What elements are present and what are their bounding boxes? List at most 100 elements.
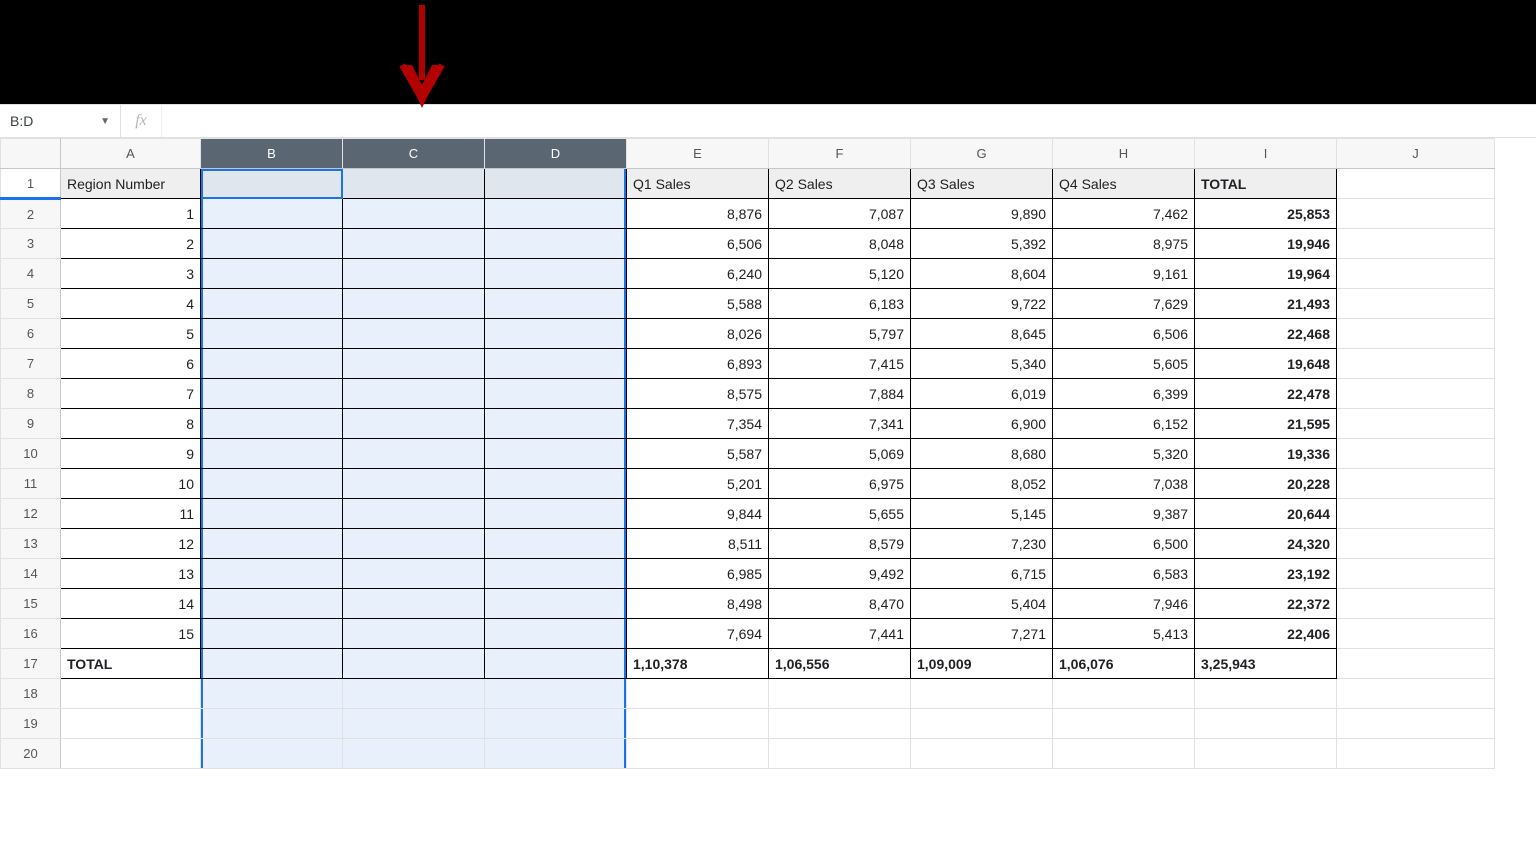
cell-F11[interactable]: 6,975 <box>769 469 911 499</box>
cell-F20[interactable] <box>769 739 911 769</box>
row-header-8[interactable]: 8 <box>1 379 61 409</box>
cell-H8[interactable]: 6,399 <box>1053 379 1195 409</box>
cell-H3[interactable]: 8,975 <box>1053 229 1195 259</box>
cell-H13[interactable]: 6,500 <box>1053 529 1195 559</box>
cell-F10[interactable]: 5,069 <box>769 439 911 469</box>
cell-J11[interactable] <box>1337 469 1495 499</box>
cell-A20[interactable] <box>61 739 201 769</box>
cell-D13[interactable] <box>485 529 627 559</box>
row-header-13[interactable]: 13 <box>1 529 61 559</box>
cell-F18[interactable] <box>769 679 911 709</box>
cell-E16[interactable]: 7,694 <box>627 619 769 649</box>
cell-E12[interactable]: 9,844 <box>627 499 769 529</box>
cell-H2[interactable]: 7,462 <box>1053 199 1195 229</box>
row-header-7[interactable]: 7 <box>1 349 61 379</box>
cell-G18[interactable] <box>911 679 1053 709</box>
cell-H11[interactable]: 7,038 <box>1053 469 1195 499</box>
select-all-corner[interactable] <box>1 139 61 169</box>
cell-I12[interactable]: 20,644 <box>1195 499 1337 529</box>
cell-D19[interactable] <box>485 709 627 739</box>
row-header-18[interactable]: 18 <box>1 679 61 709</box>
column-header-C[interactable]: C <box>343 139 485 169</box>
cell-B3[interactable] <box>201 229 343 259</box>
cell-C15[interactable] <box>343 589 485 619</box>
cell-C9[interactable] <box>343 409 485 439</box>
cell-E18[interactable] <box>627 679 769 709</box>
cell-B18[interactable] <box>201 679 343 709</box>
cell-I18[interactable] <box>1195 679 1337 709</box>
name-box[interactable]: B:D ▼ <box>0 105 121 137</box>
cell-F15[interactable]: 8,470 <box>769 589 911 619</box>
cell-G8[interactable]: 6,019 <box>911 379 1053 409</box>
cell-H15[interactable]: 7,946 <box>1053 589 1195 619</box>
cell-G15[interactable]: 5,404 <box>911 589 1053 619</box>
cell-D6[interactable] <box>485 319 627 349</box>
row-header-4[interactable]: 4 <box>1 259 61 289</box>
cell-E15[interactable]: 8,498 <box>627 589 769 619</box>
cell-J5[interactable] <box>1337 289 1495 319</box>
cell-G19[interactable] <box>911 709 1053 739</box>
cell-J20[interactable] <box>1337 739 1495 769</box>
cell-C6[interactable] <box>343 319 485 349</box>
cell-J7[interactable] <box>1337 349 1495 379</box>
cell-J6[interactable] <box>1337 319 1495 349</box>
cell-I13[interactable]: 24,320 <box>1195 529 1337 559</box>
cell-C16[interactable] <box>343 619 485 649</box>
cell-E2[interactable]: 8,876 <box>627 199 769 229</box>
cell-J9[interactable] <box>1337 409 1495 439</box>
row-header-10[interactable]: 10 <box>1 439 61 469</box>
cell-I14[interactable]: 23,192 <box>1195 559 1337 589</box>
cell-F5[interactable]: 6,183 <box>769 289 911 319</box>
cell-H5[interactable]: 7,629 <box>1053 289 1195 319</box>
cell-J4[interactable] <box>1337 259 1495 289</box>
cell-H12[interactable]: 9,387 <box>1053 499 1195 529</box>
cell-B6[interactable] <box>201 319 343 349</box>
cell-E8[interactable]: 8,575 <box>627 379 769 409</box>
cell-J12[interactable] <box>1337 499 1495 529</box>
cell-G11[interactable]: 8,052 <box>911 469 1053 499</box>
cell-F6[interactable]: 5,797 <box>769 319 911 349</box>
row-header-14[interactable]: 14 <box>1 559 61 589</box>
cell-I1[interactable]: TOTAL <box>1195 169 1337 199</box>
row-header-11[interactable]: 11 <box>1 469 61 499</box>
cell-H4[interactable]: 9,161 <box>1053 259 1195 289</box>
row-header-15[interactable]: 15 <box>1 589 61 619</box>
cell-F9[interactable]: 7,341 <box>769 409 911 439</box>
cell-B10[interactable] <box>201 439 343 469</box>
column-header-F[interactable]: F <box>769 139 911 169</box>
cell-A12[interactable]: 11 <box>61 499 201 529</box>
cell-A5[interactable]: 4 <box>61 289 201 319</box>
row-header-20[interactable]: 20 <box>1 739 61 769</box>
cell-I5[interactable]: 21,493 <box>1195 289 1337 319</box>
cell-A7[interactable]: 6 <box>61 349 201 379</box>
cell-H1[interactable]: Q4 Sales <box>1053 169 1195 199</box>
cell-J17[interactable] <box>1337 649 1495 679</box>
cell-C13[interactable] <box>343 529 485 559</box>
cell-I4[interactable]: 19,964 <box>1195 259 1337 289</box>
cell-E13[interactable]: 8,511 <box>627 529 769 559</box>
cell-E9[interactable]: 7,354 <box>627 409 769 439</box>
cell-F2[interactable]: 7,087 <box>769 199 911 229</box>
cell-A17[interactable]: TOTAL <box>61 649 201 679</box>
cell-D20[interactable] <box>485 739 627 769</box>
cell-J16[interactable] <box>1337 619 1495 649</box>
cell-G2[interactable]: 9,890 <box>911 199 1053 229</box>
cell-D16[interactable] <box>485 619 627 649</box>
cell-B8[interactable] <box>201 379 343 409</box>
cell-G4[interactable]: 8,604 <box>911 259 1053 289</box>
cell-I11[interactable]: 20,228 <box>1195 469 1337 499</box>
row-header-19[interactable]: 19 <box>1 709 61 739</box>
cell-A2[interactable]: 1 <box>61 199 201 229</box>
cell-J18[interactable] <box>1337 679 1495 709</box>
row-header-16[interactable]: 16 <box>1 619 61 649</box>
cell-G20[interactable] <box>911 739 1053 769</box>
cell-A19[interactable] <box>61 709 201 739</box>
cell-B17[interactable] <box>201 649 343 679</box>
row-header-3[interactable]: 3 <box>1 229 61 259</box>
cell-I9[interactable]: 21,595 <box>1195 409 1337 439</box>
cell-B2[interactable] <box>201 199 343 229</box>
cell-B14[interactable] <box>201 559 343 589</box>
cell-B15[interactable] <box>201 589 343 619</box>
cell-F12[interactable]: 5,655 <box>769 499 911 529</box>
cell-B1[interactable] <box>201 169 343 199</box>
